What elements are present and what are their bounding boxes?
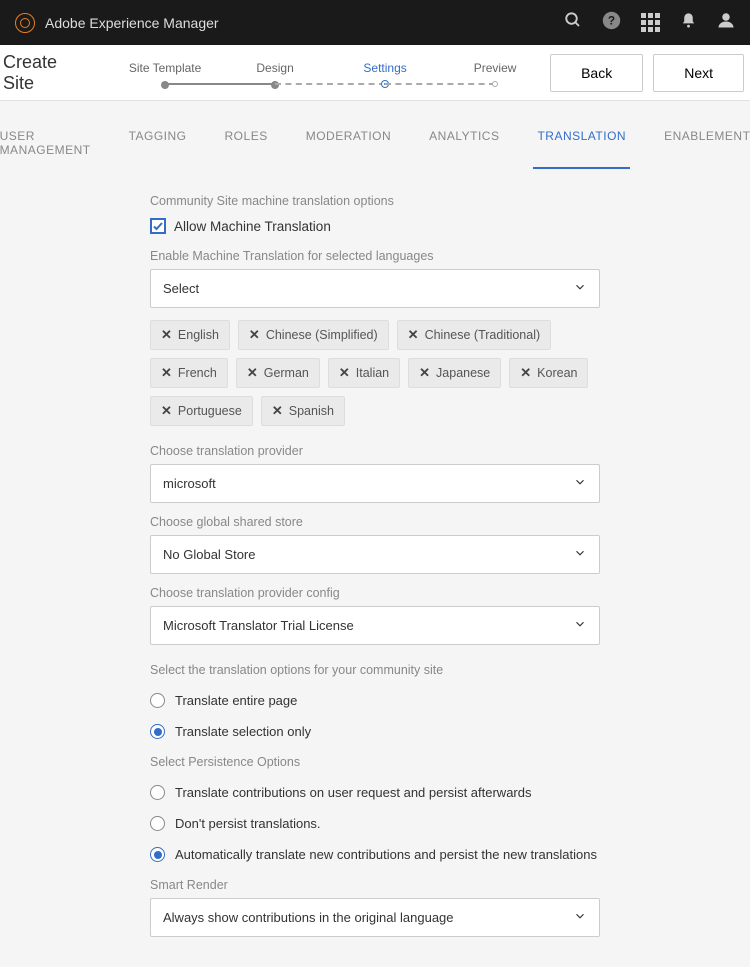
store-select[interactable]: No Global Store	[150, 535, 600, 574]
tab-moderation[interactable]: MODERATION	[302, 119, 395, 169]
wizard-buttons: Back Next	[550, 54, 744, 92]
chevron-down-icon	[573, 909, 587, 926]
step-design[interactable]: Design	[220, 57, 330, 89]
translation-panel: Community Site machine translation optio…	[0, 169, 750, 967]
allow-machine-translation-row: Allow Machine Translation	[150, 218, 600, 234]
app-title: Adobe Experience Manager	[45, 15, 219, 31]
tab-tagging[interactable]: TAGGING	[125, 119, 191, 169]
opt-selection-row: Translate selection only	[150, 724, 600, 739]
chip-italian[interactable]: ✕Italian	[328, 358, 400, 388]
close-icon: ✕	[520, 365, 531, 381]
persist-none-row: Don't persist translations.	[150, 816, 600, 831]
languages-label: Enable Machine Translation for selected …	[150, 249, 600, 263]
chevron-down-icon	[573, 280, 587, 297]
search-icon[interactable]	[564, 11, 582, 34]
allow-machine-translation-label: Allow Machine Translation	[174, 219, 331, 234]
help-icon[interactable]: ?	[602, 11, 621, 35]
subheader: Create Site Site Template Design Setting…	[0, 45, 750, 101]
user-icon[interactable]	[717, 11, 735, 34]
provider-select[interactable]: microsoft	[150, 464, 600, 503]
radio-persist-auto[interactable]	[150, 847, 165, 862]
section-title: Community Site machine translation optio…	[150, 194, 600, 208]
config-label: Choose translation provider config	[150, 586, 600, 600]
tab-analytics[interactable]: ANALYTICS	[425, 119, 503, 169]
bell-icon[interactable]	[680, 12, 697, 34]
languages-select[interactable]: Select	[150, 269, 600, 308]
radio-persist-request[interactable]	[150, 785, 165, 800]
radio-persist-none[interactable]	[150, 816, 165, 831]
aem-logo-icon	[15, 13, 35, 33]
tab-user-management[interactable]: USER MANAGEMENT	[0, 119, 95, 169]
svg-text:?: ?	[608, 13, 615, 27]
chip-chinese-simplified[interactable]: ✕Chinese (Simplified)	[238, 320, 389, 350]
step-site-template[interactable]: Site Template	[110, 57, 220, 89]
chip-chinese-traditional[interactable]: ✕Chinese (Traditional)	[397, 320, 551, 350]
topbar-right: ?	[564, 11, 735, 35]
chevron-down-icon	[573, 617, 587, 634]
settings-tabs: USER MANAGEMENT TAGGING ROLES MODERATION…	[0, 101, 750, 169]
chip-japanese[interactable]: ✕Japanese	[408, 358, 501, 388]
chip-spanish[interactable]: ✕Spanish	[261, 396, 345, 426]
allow-machine-translation-checkbox[interactable]	[150, 218, 166, 234]
tab-translation[interactable]: TRANSLATION	[533, 119, 630, 169]
apps-icon[interactable]	[641, 13, 660, 32]
chevron-down-icon	[573, 546, 587, 563]
store-label: Choose global shared store	[150, 515, 600, 529]
chip-korean[interactable]: ✕Korean	[509, 358, 588, 388]
chip-french[interactable]: ✕French	[150, 358, 228, 388]
close-icon: ✕	[272, 403, 283, 419]
persist-auto-row: Automatically translate new contribution…	[150, 847, 600, 862]
smart-render-select[interactable]: Always show contributions in the origina…	[150, 898, 600, 937]
opt-entire-row: Translate entire page	[150, 693, 600, 708]
back-button[interactable]: Back	[550, 54, 643, 92]
next-button[interactable]: Next	[653, 54, 744, 92]
top-bar: Adobe Experience Manager ?	[0, 0, 750, 45]
smart-render-label: Smart Render	[150, 878, 600, 892]
topbar-left: Adobe Experience Manager	[15, 13, 219, 33]
chip-german[interactable]: ✕German	[236, 358, 320, 388]
close-icon: ✕	[249, 327, 260, 343]
page-title: Create Site	[3, 52, 80, 94]
language-chips: ✕English ✕Chinese (Simplified) ✕Chinese …	[150, 320, 600, 426]
close-icon: ✕	[161, 403, 172, 419]
close-icon: ✕	[161, 365, 172, 381]
translation-options-label: Select the translation options for your …	[150, 663, 600, 677]
close-icon: ✕	[161, 327, 172, 343]
step-preview[interactable]: Preview	[440, 57, 550, 87]
step-settings[interactable]: Settings	[330, 57, 440, 87]
persistence-label: Select Persistence Options	[150, 755, 600, 769]
close-icon: ✕	[408, 327, 419, 343]
tab-roles[interactable]: ROLES	[221, 119, 272, 169]
chip-english[interactable]: ✕English	[150, 320, 230, 350]
tab-enablement[interactable]: ENABLEMENT	[660, 119, 750, 169]
wizard-steps: Site Template Design Settings Preview	[110, 57, 550, 89]
radio-translate-selection[interactable]	[150, 724, 165, 739]
config-select[interactable]: Microsoft Translator Trial License	[150, 606, 600, 645]
chevron-down-icon	[573, 475, 587, 492]
persist-request-row: Translate contributions on user request …	[150, 785, 600, 800]
close-icon: ✕	[339, 365, 350, 381]
provider-label: Choose translation provider	[150, 444, 600, 458]
close-icon: ✕	[419, 365, 430, 381]
chip-portuguese[interactable]: ✕Portuguese	[150, 396, 253, 426]
close-icon: ✕	[247, 365, 258, 381]
radio-translate-entire[interactable]	[150, 693, 165, 708]
